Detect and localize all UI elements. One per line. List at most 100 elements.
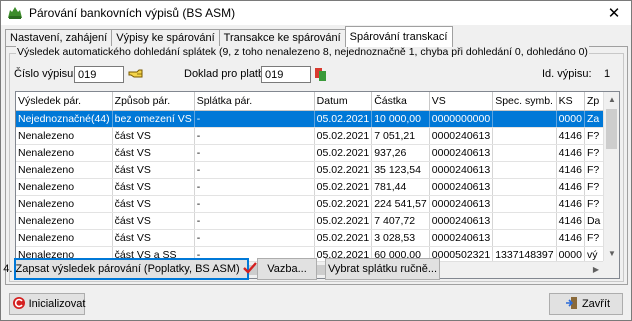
table-cell: Da (584, 212, 604, 230)
table-cell: 0000240613 (429, 229, 494, 247)
table-cell: - (194, 144, 315, 162)
zapsat-label: 4. Zapsat výsledek párování (Poplatky, B… (3, 263, 240, 275)
column-header[interactable]: Spec. symb. (492, 92, 557, 111)
table-cell: část VS (112, 212, 195, 230)
main-window: Párování bankovních výpisů (BS ASM) ✕ Na… (0, 0, 632, 321)
table-cell: 7 051,21 (371, 127, 430, 145)
doklad-input[interactable] (261, 66, 311, 83)
group-caption: Výsledek automatického dohledání splátek… (16, 46, 589, 58)
table-cell (492, 127, 557, 145)
vazba-button[interactable]: Vazba... (257, 258, 317, 280)
scroll-right-icon[interactable]: ▶ (593, 266, 599, 274)
app-logo-icon (7, 6, 23, 20)
zapsat-vysledek-button[interactable]: 4. Zapsat výsledek párování (Poplatky, B… (3, 258, 257, 280)
table-cell: 0000240613 (429, 144, 494, 162)
table-cell: 3 028,53 (371, 229, 430, 247)
transactions-grid[interactable]: Výsledek pár. Způsob pár. Splátka pár. D… (15, 91, 620, 279)
table-cell: 4146 (556, 161, 585, 179)
column-header[interactable]: KS (556, 92, 585, 111)
column-header[interactable]: Datum (314, 92, 373, 111)
transactions-table: Výsledek pár. Způsob pár. Splátka pár. D… (16, 92, 604, 262)
table-cell: 0000240613 (429, 212, 494, 230)
table-cell: - (194, 161, 315, 179)
table-row[interactable]: Nenalezeno část VS - 05.02.2021 3 028,53… (16, 229, 604, 247)
pointing-hand-icon[interactable] (128, 67, 144, 84)
table-row[interactable]: Nenalezeno část VS - 05.02.2021 35 123,5… (16, 161, 604, 179)
table-cell: - (194, 178, 315, 196)
table-cell: Nenalezeno (16, 212, 113, 230)
column-header[interactable]: Zp (584, 92, 604, 111)
vybrat-label: Vybrat splátku ručně... (327, 263, 438, 275)
table-cell: - (194, 195, 315, 213)
table-cell (492, 229, 557, 247)
table-cell: 05.02.2021 (314, 144, 373, 162)
vertical-scroll-thumb[interactable] (606, 109, 617, 149)
table-cell (492, 110, 557, 128)
close-icon[interactable]: ✕ (597, 1, 631, 25)
column-header[interactable]: VS (429, 92, 494, 111)
table-cell: část VS (112, 178, 195, 196)
table-cell: Nenalezeno (16, 161, 113, 179)
table-cell: 0000 (556, 110, 585, 128)
table-row[interactable]: Nejednoznačné(44) bez omezení VS - 05.02… (16, 110, 604, 128)
table-row[interactable]: Nenalezeno část VS - 05.02.2021 937,26 0… (16, 144, 604, 162)
inicializovat-button[interactable]: Inicializovat (9, 293, 85, 315)
vybrat-splatku-button[interactable]: Vybrat splátku ručně... (325, 258, 440, 280)
table-cell (492, 178, 557, 196)
tab-nastaveni[interactable]: Nastavení, zahájení (5, 29, 113, 47)
table-cell: 1337148397 (492, 246, 557, 262)
table-cell (492, 212, 557, 230)
table-cell: - (194, 110, 315, 128)
table-cell: F? (584, 178, 604, 196)
table-cell: vý (584, 246, 604, 262)
table-cell: 224 541,57 (371, 195, 430, 213)
table-cell: 4146 (556, 127, 585, 145)
table-row[interactable]: Nenalezeno část VS - 05.02.2021 7 051,21… (16, 127, 604, 145)
table-row[interactable]: Nenalezeno část VS - 05.02.2021 224 541,… (16, 195, 604, 213)
table-cell: 05.02.2021 (314, 229, 373, 247)
table-cell: 05.02.2021 (314, 212, 373, 230)
tab-strip: Nastavení, zahájení Výpisy ke spárování … (5, 26, 453, 47)
table-row[interactable]: Nenalezeno část VS - 05.02.2021 781,44 0… (16, 178, 604, 196)
table-cell: část VS (112, 229, 195, 247)
id-vypisu-value: 1 (604, 68, 611, 80)
table-cell: 4146 (556, 229, 585, 247)
scroll-down-icon[interactable]: ▼ (608, 250, 616, 258)
tab-transakce[interactable]: Transakce ke spárování (218, 29, 346, 47)
table-cell: 4146 (556, 195, 585, 213)
id-vypisu-label: Id. výpisu: (542, 68, 592, 80)
vertical-scrollbar[interactable]: ▲ ▼ (603, 92, 619, 262)
table-cell: 0000240613 (429, 178, 494, 196)
table-cell: část VS (112, 144, 195, 162)
document-flag-icon[interactable] (314, 66, 328, 85)
tab-vypisy[interactable]: Výpisy ke spárování (111, 29, 220, 47)
zavrit-button[interactable]: Zavřít (549, 293, 623, 315)
table-cell: 937,26 (371, 144, 430, 162)
table-cell: část VS (112, 127, 195, 145)
column-header[interactable]: Částka (371, 92, 430, 111)
table-cell: 05.02.2021 (314, 178, 373, 196)
table-row[interactable]: Nenalezeno část VS - 05.02.2021 7 407,72… (16, 212, 604, 230)
tab-sparovani[interactable]: Spárování transkací (344, 26, 453, 47)
column-header[interactable]: Splátka pár. (194, 92, 315, 111)
table-cell: 4146 (556, 144, 585, 162)
table-cell: bez omezení VS (112, 110, 195, 128)
table-cell (492, 195, 557, 213)
window-title: Párování bankovních výpisů (BS ASM) (29, 6, 236, 20)
column-header[interactable]: Výsledek pár. (16, 92, 113, 111)
table-cell (492, 161, 557, 179)
column-header[interactable]: Způsob pár. (112, 92, 195, 111)
table-cell: 781,44 (371, 178, 430, 196)
result-groupbox: Výsledek automatického dohledání splátek… (9, 46, 624, 282)
cislo-vypisu-label: Číslo výpisu (14, 68, 74, 80)
cislo-vypisu-input[interactable] (74, 66, 124, 83)
scroll-up-icon[interactable]: ▲ (608, 96, 616, 104)
inicializovat-label: Inicializovat (28, 298, 86, 310)
table-cell: F? (584, 127, 604, 145)
table-cell: 4146 (556, 178, 585, 196)
table-cell: Za (584, 110, 604, 128)
title-bar[interactable]: Párování bankovních výpisů (BS ASM) ✕ (1, 1, 631, 25)
table-cell: 0000240613 (429, 195, 494, 213)
table-cell: Nejednoznačné(44) (16, 110, 113, 128)
table-cell: část VS (112, 161, 195, 179)
